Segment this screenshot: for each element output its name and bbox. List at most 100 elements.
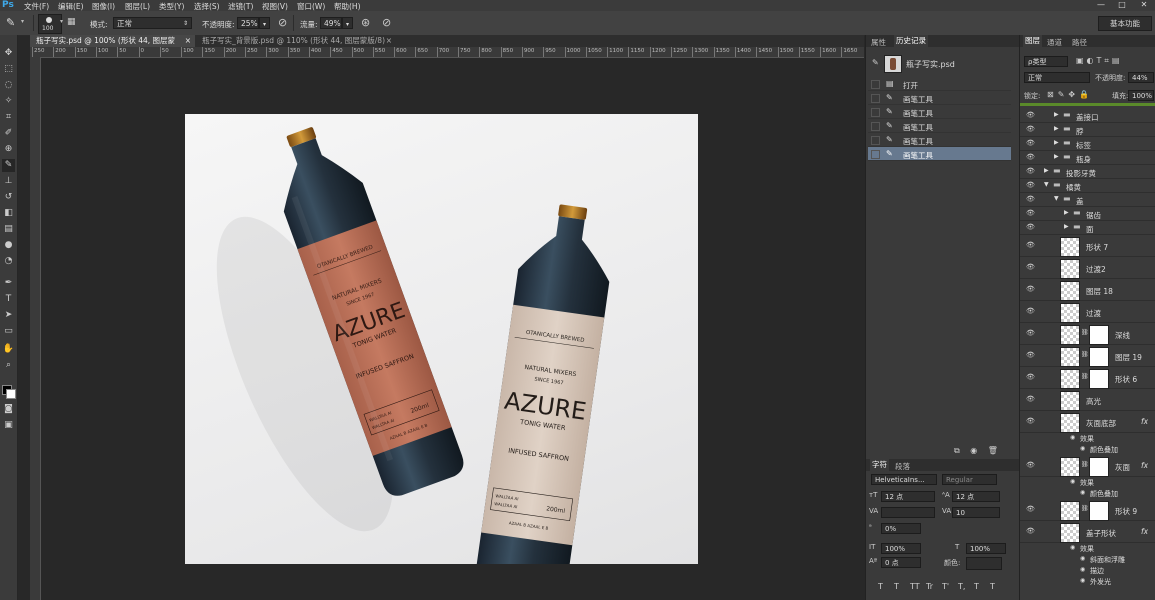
marquee-tool-icon[interactable]: ⬚ [2, 63, 15, 76]
layer-group-row[interactable]: 👁 ▶ ▬ 盖接口 [1020, 109, 1155, 123]
airbrush-icon[interactable]: ⊛ [361, 16, 370, 29]
rectangle-tool-icon[interactable]: ▭ [2, 325, 15, 338]
horizontal-scale-input[interactable]: 100% [966, 543, 1006, 554]
brush-tool-icon[interactable]: ✎ [6, 16, 15, 29]
workspace-switcher[interactable]: 基本功能 [1098, 16, 1152, 31]
history-source-checkbox[interactable] [871, 80, 880, 89]
disclosure-arrow-icon[interactable]: ▶ [1064, 223, 1069, 230]
brush-preset-picker[interactable]: 100 [38, 14, 62, 34]
mode-select[interactable]: 正常 ⇕ [113, 17, 192, 29]
layer-row[interactable]: 👁 图层 18 [1020, 279, 1155, 301]
history-item[interactable]: ✎ 画笔工具 [868, 147, 1011, 161]
flow-dropdown[interactable]: ▾ [342, 17, 353, 29]
text-style-button[interactable]: T [974, 582, 979, 591]
layer-group-row[interactable]: 👁 ▼ ▬ 盖 [1020, 193, 1155, 207]
tab-properties[interactable]: 属性 [871, 37, 886, 48]
disclosure-arrow-icon[interactable]: ▼ [1044, 181, 1049, 188]
disclosure-arrow-icon[interactable]: ▶ [1044, 167, 1049, 174]
effects-eye-icon[interactable]: ◉ [1070, 544, 1075, 551]
leading-input[interactable]: 12 点 [952, 491, 1000, 502]
history-brush-icon[interactable]: ↺ [2, 191, 15, 204]
disclosure-arrow-icon[interactable]: ▶ [1054, 153, 1059, 160]
eye-icon[interactable]: 👁 [1026, 329, 1035, 337]
eye-icon[interactable]: 👁 [1026, 263, 1035, 271]
chevron-down-icon[interactable]: ▾ [21, 18, 24, 25]
flow-input[interactable]: 49% [320, 17, 342, 29]
tab-document-2[interactable]: 瓶子写实_背景版.psd @ 110% (形状 44, 图层蒙版/8) * × [196, 35, 396, 57]
effect-eye-icon[interactable]: ◉ [1080, 555, 1085, 562]
eye-icon[interactable]: 👁 [1026, 505, 1035, 513]
eyedropper-icon[interactable]: ✐ [2, 127, 15, 140]
layer-effects-header[interactable]: ◉ 效果 [1020, 433, 1155, 444]
layer-mask-thumbnail[interactable] [1089, 347, 1109, 367]
text-style-button[interactable]: T' [942, 582, 949, 591]
layer-row[interactable]: 👁 高光 [1020, 389, 1155, 411]
layer-row[interactable]: 👁 ⛓ 深线 [1020, 323, 1155, 345]
baseline-shift-input[interactable]: 0 点 [881, 557, 921, 568]
layer-row[interactable]: 👁 盖子形状 fx [1020, 521, 1155, 543]
type-tool-icon[interactable]: T [2, 293, 15, 306]
tracking-input[interactable]: 10 [952, 507, 1000, 518]
horizontal-ruler[interactable]: 250 200 150 100 50 0 50 100 150 200 250 300 350 400 45… [30, 47, 864, 58]
blend-mode-select[interactable]: 正常 [1024, 72, 1090, 83]
document-canvas[interactable]: OTANICALLY BREWED NATURAL MIXERS SINCE 1… [185, 114, 698, 564]
gradient-icon[interactable]: ▤ [2, 223, 15, 236]
layer-row[interactable]: 👁 ⛓ 图层 19 [1020, 345, 1155, 367]
layer-row[interactable]: 👁 灰面底部 fx [1020, 411, 1155, 433]
layer-mask-thumbnail[interactable] [1089, 457, 1109, 477]
effect-eye-icon[interactable]: ◉ [1080, 489, 1085, 496]
history-source-checkbox[interactable] [871, 108, 880, 117]
trash-icon[interactable]: 🗑 [988, 446, 998, 455]
text-style-button[interactable]: T [878, 582, 883, 591]
effect-eye-icon[interactable]: ◉ [1080, 577, 1085, 584]
dodge-tool-icon[interactable]: ◔ [2, 255, 15, 268]
eye-icon[interactable]: 👁 [1026, 395, 1035, 403]
font-size-input[interactable]: 12 点 [881, 491, 935, 502]
disclosure-arrow-icon[interactable]: ▶ [1054, 139, 1059, 146]
layer-opacity-input[interactable]: 44% [1128, 72, 1154, 83]
history-item[interactable]: ✎ 画笔工具 [868, 133, 1011, 147]
eye-icon[interactable]: 👁 [1026, 417, 1035, 425]
eye-icon[interactable]: 👁 [1026, 223, 1035, 231]
zoom-tool-icon[interactable]: ⌕ [2, 359, 15, 372]
eye-icon[interactable]: 👁 [1026, 139, 1035, 147]
camera-icon[interactable]: ◉ [970, 446, 977, 455]
history-source-checkbox[interactable] [871, 150, 880, 159]
kerning-input[interactable] [881, 507, 935, 518]
text-style-button[interactable]: TT [910, 582, 920, 591]
pressure-size-icon[interactable]: ⊘ [382, 16, 391, 29]
eye-icon[interactable]: 👁 [1026, 195, 1035, 203]
history-snapshot[interactable]: ✎ 瓶子写实.psd [868, 53, 1011, 75]
layer-group-row[interactable]: 👁 ▶ ▬ 脖 [1020, 123, 1155, 137]
lock-icons[interactable]: ⊠✎✥🔒 [1047, 90, 1093, 99]
text-style-button[interactable]: T [990, 582, 995, 591]
effects-eye-icon[interactable]: ◉ [1070, 434, 1075, 441]
eye-icon[interactable]: 👁 [1026, 167, 1035, 175]
pen-tool-icon[interactable]: ✒ [2, 277, 15, 290]
link-icon[interactable]: ⛓ [1081, 351, 1089, 358]
pressure-opacity-icon[interactable]: ⊘ [278, 16, 287, 29]
vertical-ruler[interactable] [30, 57, 41, 600]
history-source-checkbox[interactable] [871, 94, 880, 103]
layer-group-row[interactable]: 👁 ▶ ▬ 标签 [1020, 137, 1155, 151]
eye-icon[interactable]: 👁 [1026, 209, 1035, 217]
disclosure-arrow-icon[interactable]: ▶ [1064, 209, 1069, 216]
layer-group-row[interactable]: 👁 ▶ ▬ 瓶身 [1020, 151, 1155, 165]
eye-icon[interactable]: 👁 [1026, 527, 1035, 535]
photoshop-logo[interactable]: Ps [2, 0, 14, 10]
layer-filter-icons[interactable]: ▣◐T⌗▤ [1076, 56, 1123, 66]
brush-tool-icon[interactable]: ✎ [2, 159, 15, 172]
eraser-icon[interactable]: ◧ [2, 207, 15, 220]
opacity-input[interactable]: 25% [237, 17, 259, 29]
magic-wand-icon[interactable]: ✧ [2, 95, 15, 108]
layer-row[interactable]: 👁 过渡 [1020, 301, 1155, 323]
screen-mode-icon[interactable]: ▣ [2, 419, 15, 432]
text-style-button[interactable]: Tr [926, 582, 933, 591]
link-icon[interactable]: ⛓ [1081, 505, 1089, 512]
fx-badge[interactable]: fx [1141, 527, 1148, 536]
layer-group-row[interactable]: 👁 ▶ ▬ 投影牙黄 [1020, 165, 1155, 179]
hand-tool-icon[interactable]: ✋ [2, 343, 15, 356]
history-source-checkbox[interactable] [871, 122, 880, 131]
layer-effect-row[interactable]: ◉ 斜面和浮雕 [1020, 554, 1155, 565]
tab-paths[interactable]: 路径 [1072, 37, 1087, 48]
